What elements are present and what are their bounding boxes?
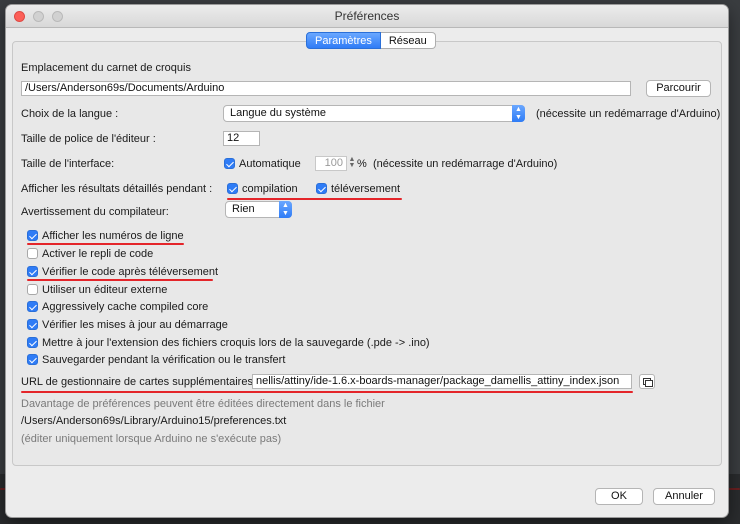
verbose-upload-checkbox[interactable]: téléversement <box>316 182 400 196</box>
browse-button[interactable]: Parcourir <box>646 80 711 97</box>
highlight-underline-verbose <box>227 198 402 200</box>
checkbox-checked-icon <box>27 353 38 365</box>
checkbox-checked-icon <box>27 300 38 312</box>
chevron-updown-icon: ▲ ▼ <box>512 105 525 122</box>
verbose-upload-label: téléversement <box>331 183 401 195</box>
highlight-underline-line-numbers <box>27 243 184 245</box>
interface-size-label: Taille de l'interface: <box>21 158 115 170</box>
cancel-button[interactable]: Annuler <box>653 488 715 505</box>
boards-url-input[interactable]: nellis/attiny/ide-1.6.x-boards-manager/p… <box>252 374 632 389</box>
interface-auto-label: Automatique <box>239 158 301 170</box>
sketchbook-label: Emplacement du carnet de croquis <box>21 62 191 74</box>
language-select[interactable]: Langue du système ▲ ▼ <box>223 105 525 122</box>
compiler-warnings-label: Avertissement du compilateur: <box>21 206 169 218</box>
checkbox-unchecked-icon <box>27 247 38 259</box>
tab-bar: Paramètres Réseau <box>306 32 436 49</box>
option-save-on-verify[interactable]: Sauvegarder pendant la vérification ou l… <box>27 353 285 367</box>
tab-parametres[interactable]: Paramètres <box>306 32 381 49</box>
checkbox-checked-icon <box>224 157 235 169</box>
language-value: Langue du système <box>230 107 327 119</box>
stepper-arrows-icon[interactable]: ▲ ▼ <box>348 156 356 169</box>
option-external-editor[interactable]: Utiliser un éditeur externe <box>27 283 167 297</box>
interface-unit: % <box>357 158 367 170</box>
option-cache-core[interactable]: Aggressively cache compiled core <box>27 300 208 314</box>
font-size-input[interactable]: 12 <box>223 131 260 146</box>
highlight-underline-boards-url <box>21 391 633 393</box>
interface-auto-checkbox[interactable]: Automatique <box>224 157 301 171</box>
option-cache-core-label: Aggressively cache compiled core <box>42 301 209 313</box>
font-size-label: Taille de police de l'éditeur : <box>21 133 156 145</box>
window-title: Préférences <box>334 9 400 23</box>
option-external-editor-label: Utiliser un éditeur externe <box>42 284 168 296</box>
option-update-extension-label: Mettre à jour l'extension des fichiers c… <box>42 337 430 349</box>
compiler-warnings-select[interactable]: Rien ▲ ▼ <box>225 201 292 218</box>
verbose-label: Afficher les résultats détaillés pendant… <box>21 183 213 195</box>
option-verify-after-upload-label: Vérifier le code après téléversement <box>42 266 219 278</box>
settings-panel: Emplacement du carnet de croquis /Users/… <box>12 41 722 466</box>
open-window-icon[interactable] <box>639 374 655 389</box>
checkbox-checked-icon <box>27 265 38 277</box>
preferences-file-path: /Users/Anderson69s/Library/Arduino15/pre… <box>21 415 287 427</box>
boards-url-label: URL de gestionnaire de cartes supplément… <box>21 376 253 388</box>
chevron-updown-icon: ▲ ▼ <box>279 201 292 218</box>
checkbox-unchecked-icon <box>27 283 38 295</box>
checkbox-checked-icon <box>227 182 238 194</box>
tab-reseau[interactable]: Réseau <box>380 32 436 49</box>
option-code-folding[interactable]: Activer le repli de code <box>27 247 153 261</box>
edit-note: (éditer uniquement lorsque Arduino ne s'… <box>21 433 282 445</box>
sketchbook-path-input[interactable]: /Users/Anderson69s/Documents/Arduino <box>21 81 631 96</box>
interface-size-input[interactable]: 100 <box>315 156 347 171</box>
option-verify-after-upload[interactable]: Vérifier le code après téléversement <box>27 265 218 279</box>
preferences-window: Préférences Paramètres Réseau Emplacemen… <box>6 5 728 517</box>
option-check-updates[interactable]: Vérifier les mises à jour au démarrage <box>27 318 228 332</box>
option-save-on-verify-label: Sauvegarder pendant la vérification ou l… <box>42 354 286 366</box>
checkbox-checked-icon <box>27 318 38 330</box>
option-check-updates-label: Vérifier les mises à jour au démarrage <box>42 319 228 331</box>
checkbox-checked-icon <box>316 182 327 194</box>
checkbox-checked-icon <box>27 229 38 241</box>
option-code-folding-label: Activer le repli de code <box>42 248 154 260</box>
verbose-compilation-label: compilation <box>242 183 298 195</box>
title-bar: Préférences <box>6 5 728 28</box>
compiler-warnings-value: Rien <box>232 203 255 215</box>
more-preferences-text: Davantage de préférences peuvent être éd… <box>21 398 385 410</box>
verbose-compilation-checkbox[interactable]: compilation <box>227 182 298 196</box>
option-update-extension[interactable]: Mettre à jour l'extension des fichiers c… <box>27 336 430 350</box>
highlight-underline-verify <box>27 279 213 281</box>
interface-note: (nécessite un redémarrage d'Arduino) <box>373 158 558 170</box>
language-note: (nécessite un redémarrage d'Arduino) <box>536 108 721 120</box>
option-line-numbers-label: Afficher les numéros de ligne <box>42 230 184 242</box>
language-label: Choix de la langue : <box>21 108 119 120</box>
ok-button[interactable]: OK <box>595 488 643 505</box>
checkbox-checked-icon <box>27 336 38 348</box>
option-line-numbers[interactable]: Afficher les numéros de ligne <box>27 229 184 243</box>
